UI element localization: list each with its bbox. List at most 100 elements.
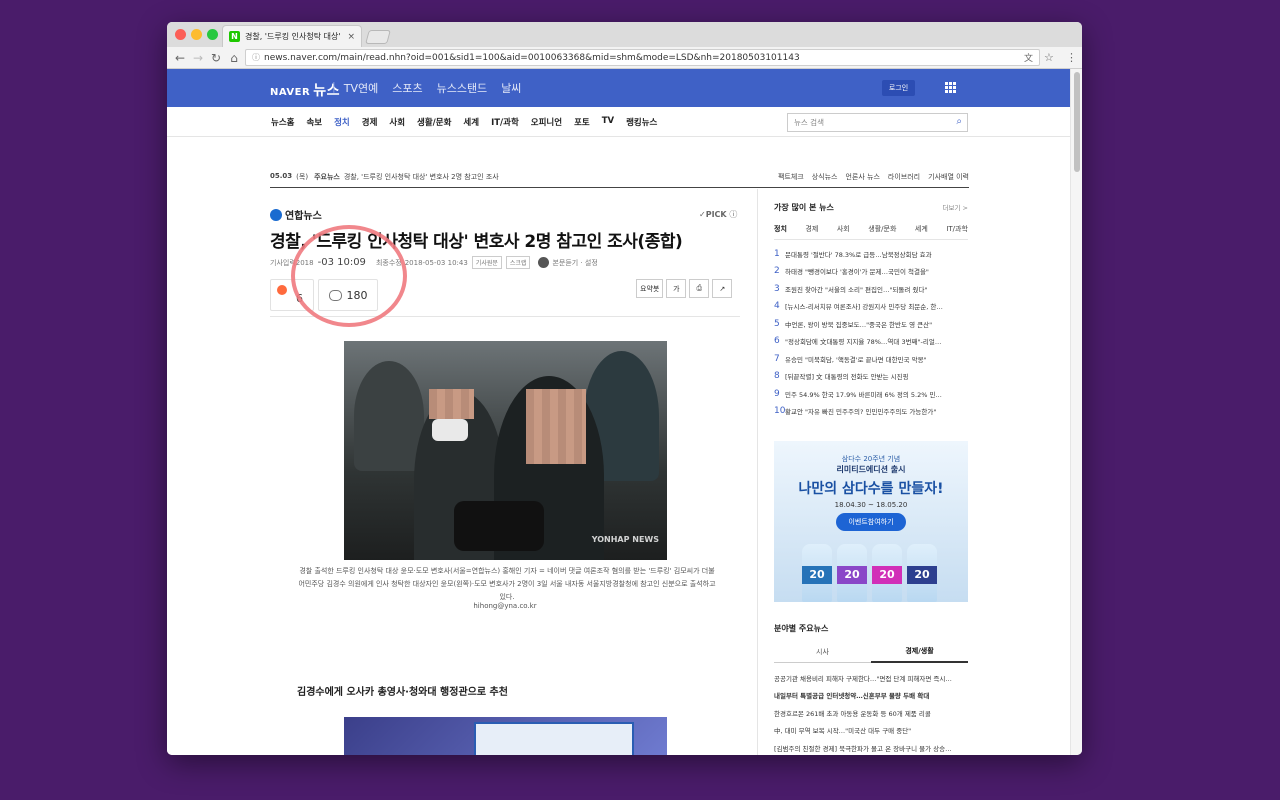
category-item[interactable]: 뉴스홈 <box>271 116 294 128</box>
ranking-tab[interactable]: 경제 <box>805 224 818 234</box>
ranking-item[interactable]: 9 민주 54.9% 한국 17.9% 바른미래 6% 정의 5.2% 민… <box>774 385 968 403</box>
section-tab[interactable]: 시사 <box>774 641 871 663</box>
pick-badge[interactable]: ✓PICK ⓘ <box>699 209 737 220</box>
press-logo[interactable]: 연합뉴스 <box>270 207 322 222</box>
category-item[interactable]: 오피니언 <box>531 116 562 128</box>
ad-line2: 리미티드에디션 출시 <box>836 465 906 474</box>
reporter-email: hihong@yna.co.kr <box>473 602 537 610</box>
search-icon[interactable]: ⌕ <box>956 116 962 127</box>
ranking-headline[interactable]: [뒤끝작렬] 文 대통령의 전화도 안받는 시진핑 <box>785 371 909 381</box>
back-icon[interactable]: ← <box>171 51 189 65</box>
breadcrumb-link[interactable]: 라이브러리 <box>888 172 920 187</box>
samdasoo-ad[interactable]: 삼다수 20주년 기념 리미티드에디션 출시 나만의 삼다수를 만들자! 18.… <box>774 441 968 602</box>
ranking-item[interactable]: 2 하태경 "뺑경이보다 '홍경이'가 문제…국민이 척결을" <box>774 263 968 281</box>
ranking-headline[interactable]: 하태경 "뺑경이보다 '홍경이'가 문제…국민이 척결을" <box>785 266 929 276</box>
category-item[interactable]: 경제 <box>362 116 378 128</box>
category-item[interactable]: 세계 <box>463 116 479 128</box>
listen-setting[interactable]: 본문듣기 · 설정 <box>552 258 597 268</box>
nav-newsstand[interactable]: 뉴스스탠드 <box>437 80 488 96</box>
category-item[interactable]: 포토 <box>574 116 590 128</box>
category-item[interactable]: 랭킹뉴스 <box>626 116 657 128</box>
breadcrumb-link[interactable]: 상식뉴스 <box>812 172 838 187</box>
ranking-headline[interactable]: 中언론, 왕이 방북 집중보도…"중국은 한반도 영 큰산" <box>785 319 932 329</box>
info-icon[interactable]: ⓘ <box>729 210 737 219</box>
news-search-input[interactable]: 뉴스 검색 ⌕ <box>787 113 968 132</box>
section-tabs: 시사 경제/생활 <box>774 641 968 663</box>
ranking-tab[interactable]: 생활/문화 <box>868 224 896 234</box>
ranking-item[interactable]: 10 황교안 "자유 빠진 민주주의? 인민민주주의도 가능한가" <box>774 403 968 421</box>
section-news-item[interactable]: 中, 대미 무역 보복 시작…"미국산 대두 구매 중단" <box>774 722 968 740</box>
category-item[interactable]: 속보 <box>306 116 322 128</box>
ranking-headline[interactable]: [뉴시스-리서치뷰 여론조사] 강원지사 민주당 최문순, 한… <box>785 301 943 311</box>
browser-menu-icon[interactable]: ⋮ <box>1066 51 1077 64</box>
ranking-tab[interactable]: IT/과학 <box>946 224 968 234</box>
more-link[interactable]: 더보기 > <box>943 202 968 212</box>
category-item[interactable]: TV <box>602 116 614 128</box>
nav-tv[interactable]: TV연예 <box>344 80 378 96</box>
category-item[interactable]: 정치 <box>334 116 350 128</box>
original-article-button[interactable]: 기사원문 <box>471 256 502 269</box>
print-icon[interactable]: ⎙ <box>689 279 710 298</box>
translate-icon[interactable]: 文 <box>1024 51 1033 64</box>
address-bar[interactable]: ⓘ news.naver.com/main/read.nhn?oid=001&s… <box>245 49 1040 66</box>
scrap-button[interactable]: 스크랩 <box>505 256 531 269</box>
section-news-item[interactable]: 한경호르몬 261배 초과 아동용 운동화 등 60개 제품 리콜 <box>774 704 968 722</box>
ranking-headline[interactable]: 민주 54.9% 한국 17.9% 바른미래 6% 정의 5.2% 민… <box>785 389 942 399</box>
ranking-headline[interactable]: 문대통령 '절반다' 78.3%로 급등…남북정상회담 효과 <box>785 249 932 259</box>
tab-close-icon[interactable]: × <box>347 32 355 42</box>
section-news-item[interactable]: 내일부터 특별공급 인터넷청약…신혼부부 물량 두배 확대 <box>774 687 968 705</box>
ranking-item[interactable]: 4 [뉴시스-리서치뷰 여론조사] 강원지사 민주당 최문순, 한… <box>774 298 968 316</box>
article-photo[interactable]: YONHAP NEWS <box>344 341 667 560</box>
naver-news-logo[interactable]: NAVER 뉴스 <box>270 80 340 100</box>
category-item[interactable]: IT/과학 <box>491 116 519 128</box>
page-info-icon[interactable]: ⓘ <box>252 52 260 63</box>
scrollbar-thumb[interactable] <box>1074 72 1080 172</box>
forward-icon[interactable]: → <box>189 51 207 65</box>
category-item[interactable]: 생활/문화 <box>417 116 451 128</box>
article-tools: 요약봇 가 ⎙ ↗ <box>633 279 733 298</box>
new-tab-button[interactable] <box>365 30 391 44</box>
section-tab[interactable]: 경제/생활 <box>871 641 968 663</box>
reload-icon[interactable]: ↻ <box>207 51 225 65</box>
maximize-window-button[interactable] <box>207 29 218 40</box>
ranking-headline[interactable]: 조원진 찾아간 "서울의 소리" 편집인…"되돌려 줬다" <box>785 284 927 294</box>
breadcrumb-link[interactable]: 팩트체크 <box>778 172 804 187</box>
ad-event-button[interactable]: 이벤트참여하기 <box>836 513 906 531</box>
listen-icon[interactable] <box>538 257 550 268</box>
summary-bot-button[interactable]: 요약봇 <box>636 279 664 298</box>
ranking-headline[interactable]: "정상회담에 文대통령 지지율 78%…역대 3번째"-리얼… <box>785 336 941 346</box>
browser-tab[interactable]: N 경찰, '드루킹 인사청탁 대상' 변호사 × <box>222 25 362 47</box>
ranking-item[interactable]: 1 문대통령 '절반다' 78.3%로 급등…남북정상회담 효과 <box>774 245 968 263</box>
bottle-image: 20 <box>802 544 832 602</box>
share-icon[interactable]: ↗ <box>712 279 733 298</box>
ranking-tab[interactable]: 세계 <box>915 224 928 234</box>
bookmark-star-icon[interactable]: ☆ <box>1044 51 1054 64</box>
close-window-button[interactable] <box>175 29 186 40</box>
breadcrumb-link[interactable]: 기사배열 이력 <box>928 172 969 187</box>
section-news-item[interactable]: 공공기관 채용비리 피해자 구제한다…"면접 단계 피해자면 즉시… <box>774 669 968 687</box>
ranking-item[interactable]: 5 中언론, 왕이 방북 집중보도…"중국은 한반도 영 큰산" <box>774 315 968 333</box>
nav-sports[interactable]: 스포츠 <box>392 80 422 96</box>
category-item[interactable]: 사회 <box>389 116 405 128</box>
ranking-tab[interactable]: 사회 <box>837 224 850 234</box>
ranking-headline[interactable]: 황교안 "자유 빠진 민주주의? 인민민주주의도 가능한가" <box>785 406 936 416</box>
scrollbar[interactable] <box>1070 69 1082 755</box>
ranking-item[interactable]: 7 유승민 "미북회담, '핵동결'로 끝나면 대한민국 악몽" <box>774 350 968 368</box>
page-content: NAVER 뉴스 | TV연예 스포츠 뉴스스탠드 날씨 로그인 뉴스홈 속보 정치 경… <box>167 69 1070 755</box>
ranking-item[interactable]: 8 [뒤끝작렬] 文 대통령의 전화도 안받는 시진핑 <box>774 368 968 386</box>
ranking-tab[interactable]: 정치 <box>774 224 787 234</box>
breadcrumb-link[interactable]: 언론사 뉴스 <box>845 172 879 187</box>
breadcrumb-label[interactable]: 주요뉴스 <box>314 172 340 187</box>
ranking-item[interactable]: 6 "정상회담에 文대통령 지지율 78%…역대 3번째"-리얼… <box>774 333 968 351</box>
ranking-item[interactable]: 3 조원진 찾아간 "서울의 소리" 편집인…"되돌려 줬다" <box>774 280 968 298</box>
section-news-item[interactable]: [김범주의 친절한 경제] 북극한파가 몰고 온 장바구니 물가 상승… <box>774 739 968 755</box>
ranking-headline[interactable]: 유승민 "미북회담, '핵동결'로 끝나면 대한민국 악몽" <box>785 354 927 364</box>
font-size-button[interactable]: 가 <box>666 279 687 298</box>
breadcrumb-headline[interactable]: 경찰, '드루킹 인사청탁 대상' 변호사 2명 참고인 조사 <box>344 172 499 187</box>
minimize-window-button[interactable] <box>191 29 202 40</box>
login-button[interactable]: 로그인 <box>882 80 915 96</box>
apps-grid-icon[interactable] <box>945 82 956 93</box>
nav-weather[interactable]: 날씨 <box>501 80 521 96</box>
home-icon[interactable]: ⌂ <box>225 51 243 65</box>
article-photo-2[interactable] <box>344 717 667 755</box>
